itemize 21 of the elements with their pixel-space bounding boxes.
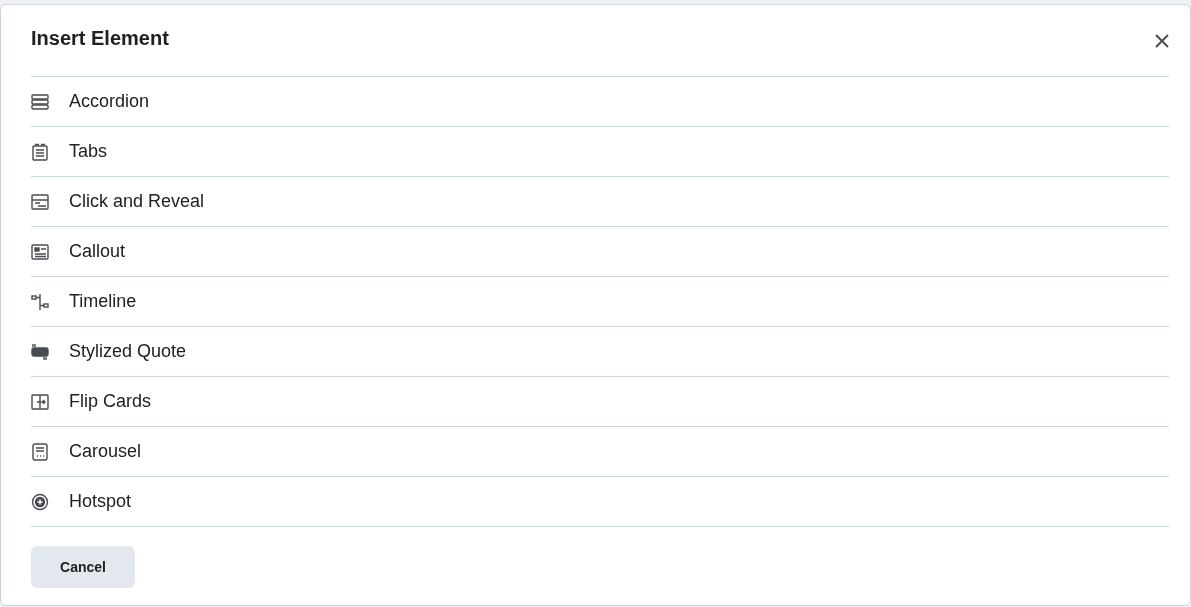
timeline-icon [31, 292, 49, 311]
element-option[interactable]: Carousel [31, 427, 1169, 477]
element-option[interactable]: Callout [31, 227, 1169, 277]
panel-icon [31, 193, 49, 210]
hotspot-icon [31, 493, 49, 510]
element-option[interactable]: Timeline [31, 277, 1169, 327]
carousel-icon [32, 442, 48, 461]
element-option[interactable]: Stylized Quote [31, 327, 1169, 377]
element-option[interactable]: Flip Cards [31, 377, 1169, 427]
element-option[interactable]: Tabs [31, 127, 1169, 177]
element-option[interactable]: Click and Reveal [31, 177, 1169, 227]
flip-card-icon [31, 393, 49, 410]
element-option[interactable]: Accordion [31, 77, 1169, 127]
callout-icon [31, 243, 49, 260]
dialog-title: Insert Element [31, 27, 169, 50]
cancel-button[interactable]: Cancel [31, 546, 135, 588]
tabs-icon [32, 143, 48, 161]
close-icon [1155, 33, 1169, 48]
accordion-icon [31, 93, 49, 110]
quote-icon [31, 342, 49, 361]
element-option[interactable]: Hotspot [31, 477, 1169, 527]
